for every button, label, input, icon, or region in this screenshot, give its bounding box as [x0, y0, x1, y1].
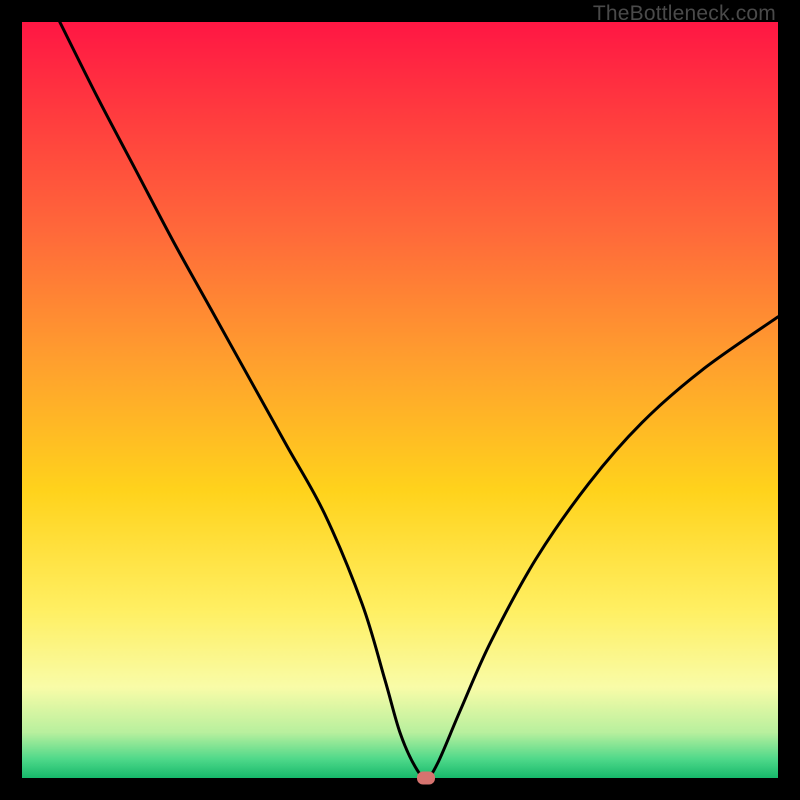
chart-background	[22, 22, 778, 778]
optimum-marker	[417, 772, 435, 785]
chart-frame	[22, 22, 778, 778]
